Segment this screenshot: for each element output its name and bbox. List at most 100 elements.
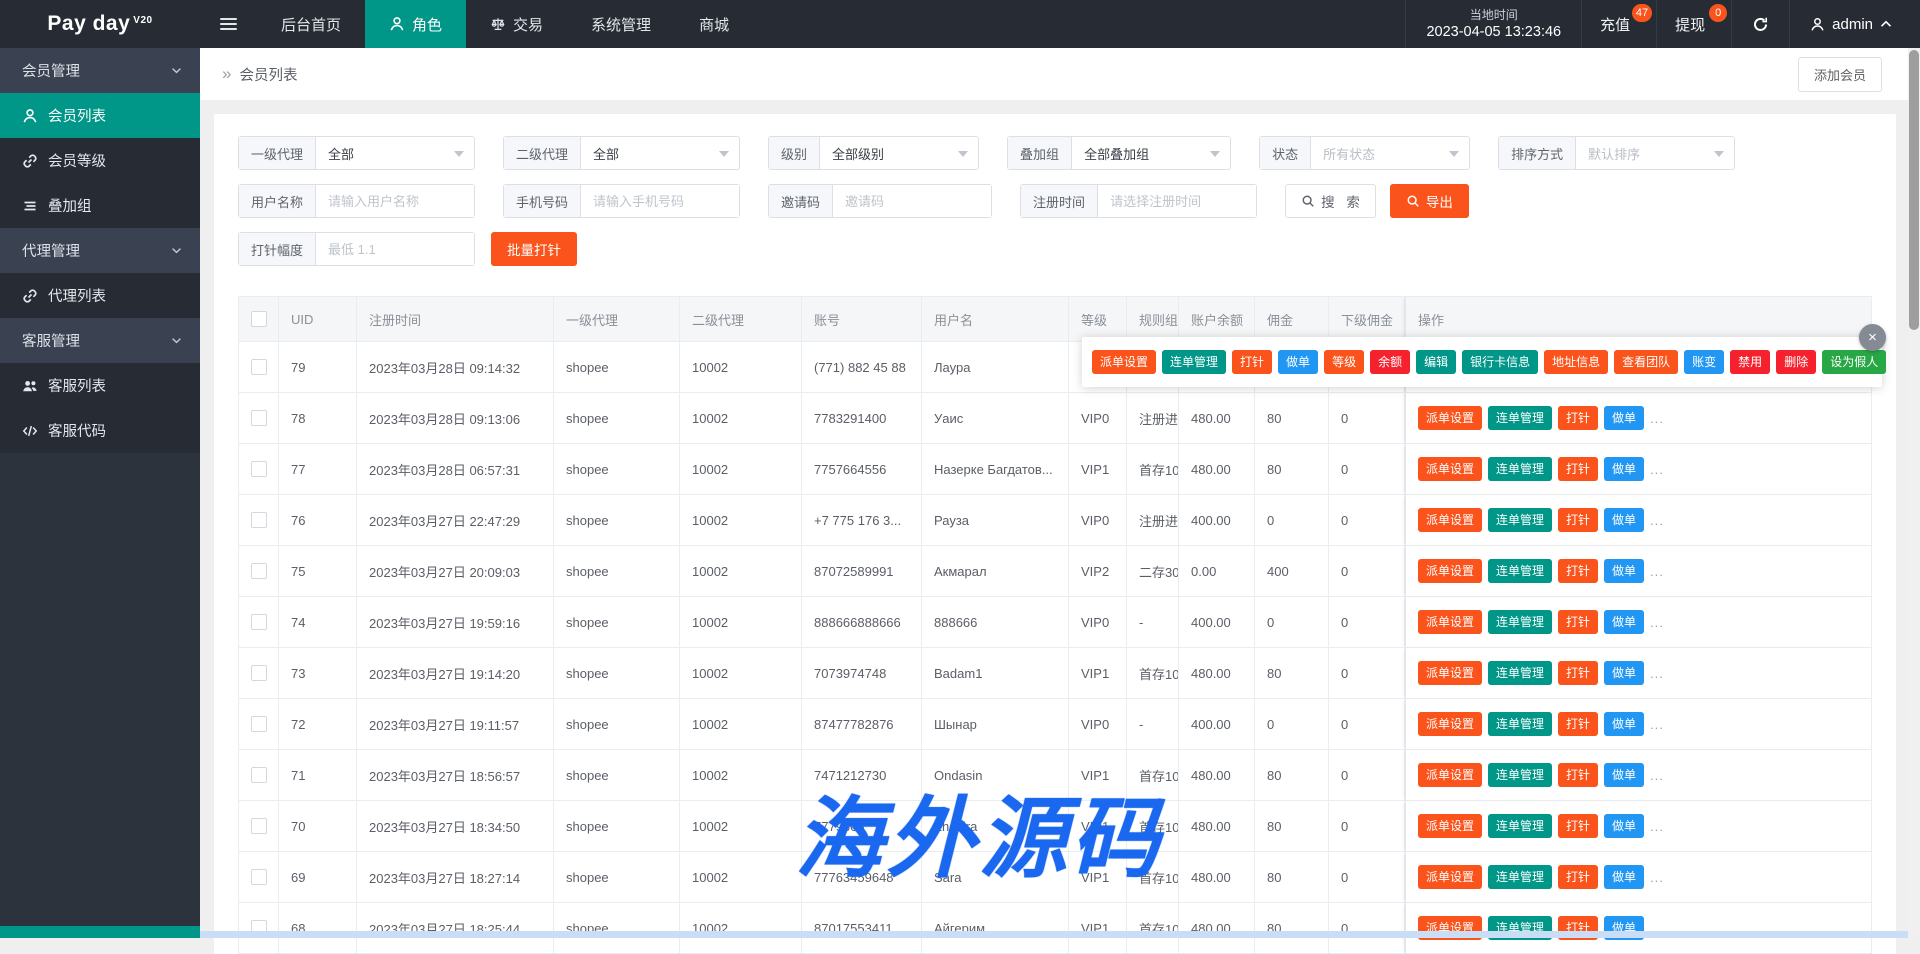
nav-item-2[interactable]: 角色 (365, 0, 466, 48)
horizontal-scrollbar[interactable] (200, 931, 1908, 938)
row-action-button[interactable]: 连单管理 (1488, 457, 1552, 481)
popup-action-button[interactable]: 编辑 (1416, 350, 1456, 374)
row-more-actions[interactable]: ... (1650, 564, 1664, 579)
nav-item-5[interactable]: 商城 (675, 0, 753, 48)
row-checkbox[interactable] (251, 767, 267, 783)
row-action-button[interactable]: 连单管理 (1488, 610, 1552, 634)
sidebar-item-1[interactable]: 会员管理 (0, 48, 200, 93)
select-all-checkbox[interactable] (251, 311, 267, 327)
popup-action-button[interactable]: 账变 (1684, 350, 1724, 374)
popup-action-button[interactable]: 设为假人 (1822, 350, 1886, 374)
row-action-button[interactable]: 连单管理 (1488, 661, 1552, 685)
filter-select-value[interactable]: 全部 (581, 137, 739, 169)
sidebar-item-4[interactable]: 叠加组 (0, 183, 200, 228)
row-action-button[interactable]: 做单 (1604, 814, 1644, 838)
filter-input-field[interactable] (581, 185, 739, 217)
popup-action-button[interactable]: 禁用 (1730, 350, 1770, 374)
export-button[interactable]: 导出 (1390, 184, 1469, 218)
filter-select-value[interactable]: 全部叠加组 (1072, 137, 1230, 169)
sidebar-item-7[interactable]: 客服管理 (0, 318, 200, 363)
withdraw-button[interactable]: 提现 0 (1656, 0, 1731, 48)
nav-item-4[interactable]: 系统管理 (567, 0, 675, 48)
scrollbar-thumb[interactable] (1909, 50, 1919, 330)
row-action-button[interactable]: 派单设置 (1418, 559, 1482, 583)
row-action-button[interactable]: 打针 (1558, 508, 1598, 532)
search-button[interactable]: 搜 索 (1285, 184, 1376, 218)
inject-range-input[interactable] (316, 233, 474, 265)
row-more-actions[interactable]: ... (1650, 615, 1664, 630)
filter-select-value[interactable]: 全部级别 (820, 137, 978, 169)
row-action-button[interactable]: 打针 (1558, 661, 1598, 685)
sidebar-item-3[interactable]: 会员等级 (0, 138, 200, 183)
row-more-actions[interactable]: ... (1650, 768, 1664, 783)
row-action-button[interactable]: 派单设置 (1418, 661, 1482, 685)
row-action-button[interactable]: 做单 (1604, 661, 1644, 685)
sidebar-item-9[interactable]: 客服代码 (0, 408, 200, 453)
row-action-button[interactable]: 连单管理 (1488, 712, 1552, 736)
row-action-button[interactable]: 打针 (1558, 406, 1598, 430)
row-more-actions[interactable]: ... (1650, 870, 1664, 885)
row-checkbox[interactable] (251, 614, 267, 630)
popup-action-button[interactable]: 银行卡信息 (1462, 350, 1538, 374)
sidebar-toggle-button[interactable] (200, 0, 257, 48)
row-action-button[interactable]: 派单设置 (1418, 712, 1482, 736)
row-action-button[interactable]: 派单设置 (1418, 610, 1482, 634)
popup-action-button[interactable]: 打针 (1232, 350, 1272, 374)
sidebar-item-6[interactable]: 代理列表 (0, 273, 200, 318)
row-action-button[interactable]: 打针 (1558, 712, 1598, 736)
row-action-button[interactable]: 派单设置 (1418, 457, 1482, 481)
row-action-button[interactable]: 派单设置 (1418, 763, 1482, 787)
row-more-actions[interactable]: ... (1650, 462, 1664, 477)
sidebar-item-5[interactable]: 代理管理 (0, 228, 200, 273)
popup-action-button[interactable]: 派单设置 (1092, 350, 1156, 374)
row-action-button[interactable]: 连单管理 (1488, 814, 1552, 838)
row-action-button[interactable]: 派单设置 (1418, 814, 1482, 838)
row-checkbox[interactable] (251, 869, 267, 885)
row-action-button[interactable]: 做单 (1604, 610, 1644, 634)
row-checkbox[interactable] (251, 512, 267, 528)
add-member-button[interactable]: 添加会员 (1798, 57, 1882, 92)
row-more-actions[interactable]: ... (1650, 411, 1664, 426)
row-action-button[interactable]: 连单管理 (1488, 865, 1552, 889)
row-action-button[interactable]: 连单管理 (1488, 559, 1552, 583)
filter-input-field[interactable] (316, 185, 474, 217)
row-more-actions[interactable]: ... (1650, 819, 1664, 834)
row-action-button[interactable]: 做单 (1604, 559, 1644, 583)
filter-select-value[interactable]: 所有状态 (1311, 137, 1469, 169)
filter-select-value[interactable]: 默认排序 (1576, 137, 1734, 169)
row-action-button[interactable]: 做单 (1604, 865, 1644, 889)
row-action-button[interactable]: 做单 (1604, 406, 1644, 430)
row-action-button[interactable]: 打针 (1558, 610, 1598, 634)
batch-inject-button[interactable]: 批量打针 (491, 232, 577, 266)
popup-action-button[interactable]: 余额 (1370, 350, 1410, 374)
popup-action-button[interactable]: 查看团队 (1614, 350, 1678, 374)
row-action-button[interactable]: 打针 (1558, 763, 1598, 787)
row-checkbox[interactable] (251, 359, 267, 375)
popup-action-button[interactable]: 做单 (1278, 350, 1318, 374)
filter-input-field[interactable] (1098, 185, 1256, 217)
row-action-button[interactable]: 派单设置 (1418, 508, 1482, 532)
row-action-button[interactable]: 做单 (1604, 712, 1644, 736)
sidebar-item-2[interactable]: 会员列表 (0, 93, 200, 138)
row-action-button[interactable]: 连单管理 (1488, 406, 1552, 430)
row-action-button[interactable]: 做单 (1604, 457, 1644, 481)
vertical-scrollbar[interactable] (1908, 48, 1920, 938)
popup-action-button[interactable]: 删除 (1776, 350, 1816, 374)
row-more-actions[interactable]: ... (1650, 717, 1664, 732)
nav-item-3[interactable]: 交易 (466, 0, 567, 48)
popup-action-button[interactable]: 地址信息 (1544, 350, 1608, 374)
admin-menu[interactable]: admin (1789, 0, 1920, 48)
refresh-button[interactable] (1731, 0, 1789, 48)
row-checkbox[interactable] (251, 410, 267, 426)
filter-input-field[interactable] (833, 185, 991, 217)
row-action-button[interactable]: 派单设置 (1418, 865, 1482, 889)
close-icon[interactable]: × (1859, 324, 1886, 351)
filter-select-value[interactable]: 全部 (316, 137, 474, 169)
row-checkbox[interactable] (251, 665, 267, 681)
row-action-button[interactable]: 做单 (1604, 508, 1644, 532)
nav-item-1[interactable]: 后台首页 (257, 0, 365, 48)
row-action-button[interactable]: 打针 (1558, 559, 1598, 583)
row-action-button[interactable]: 连单管理 (1488, 508, 1552, 532)
row-action-button[interactable]: 派单设置 (1418, 406, 1482, 430)
recharge-button[interactable]: 充值 47 (1581, 0, 1656, 48)
